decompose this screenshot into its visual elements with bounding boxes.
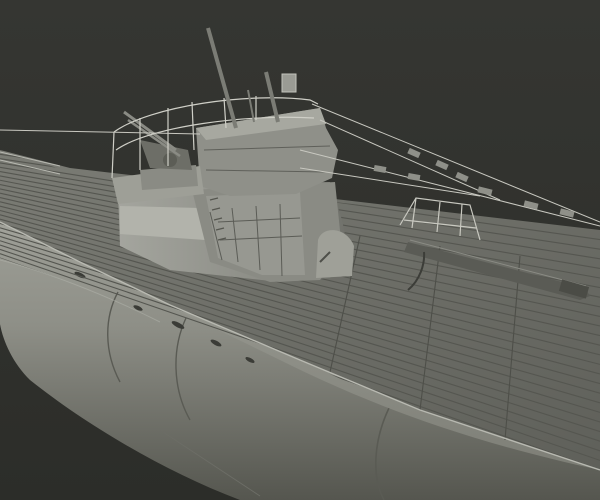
render-viewport	[0, 0, 600, 500]
submarine-render	[0, 0, 600, 500]
